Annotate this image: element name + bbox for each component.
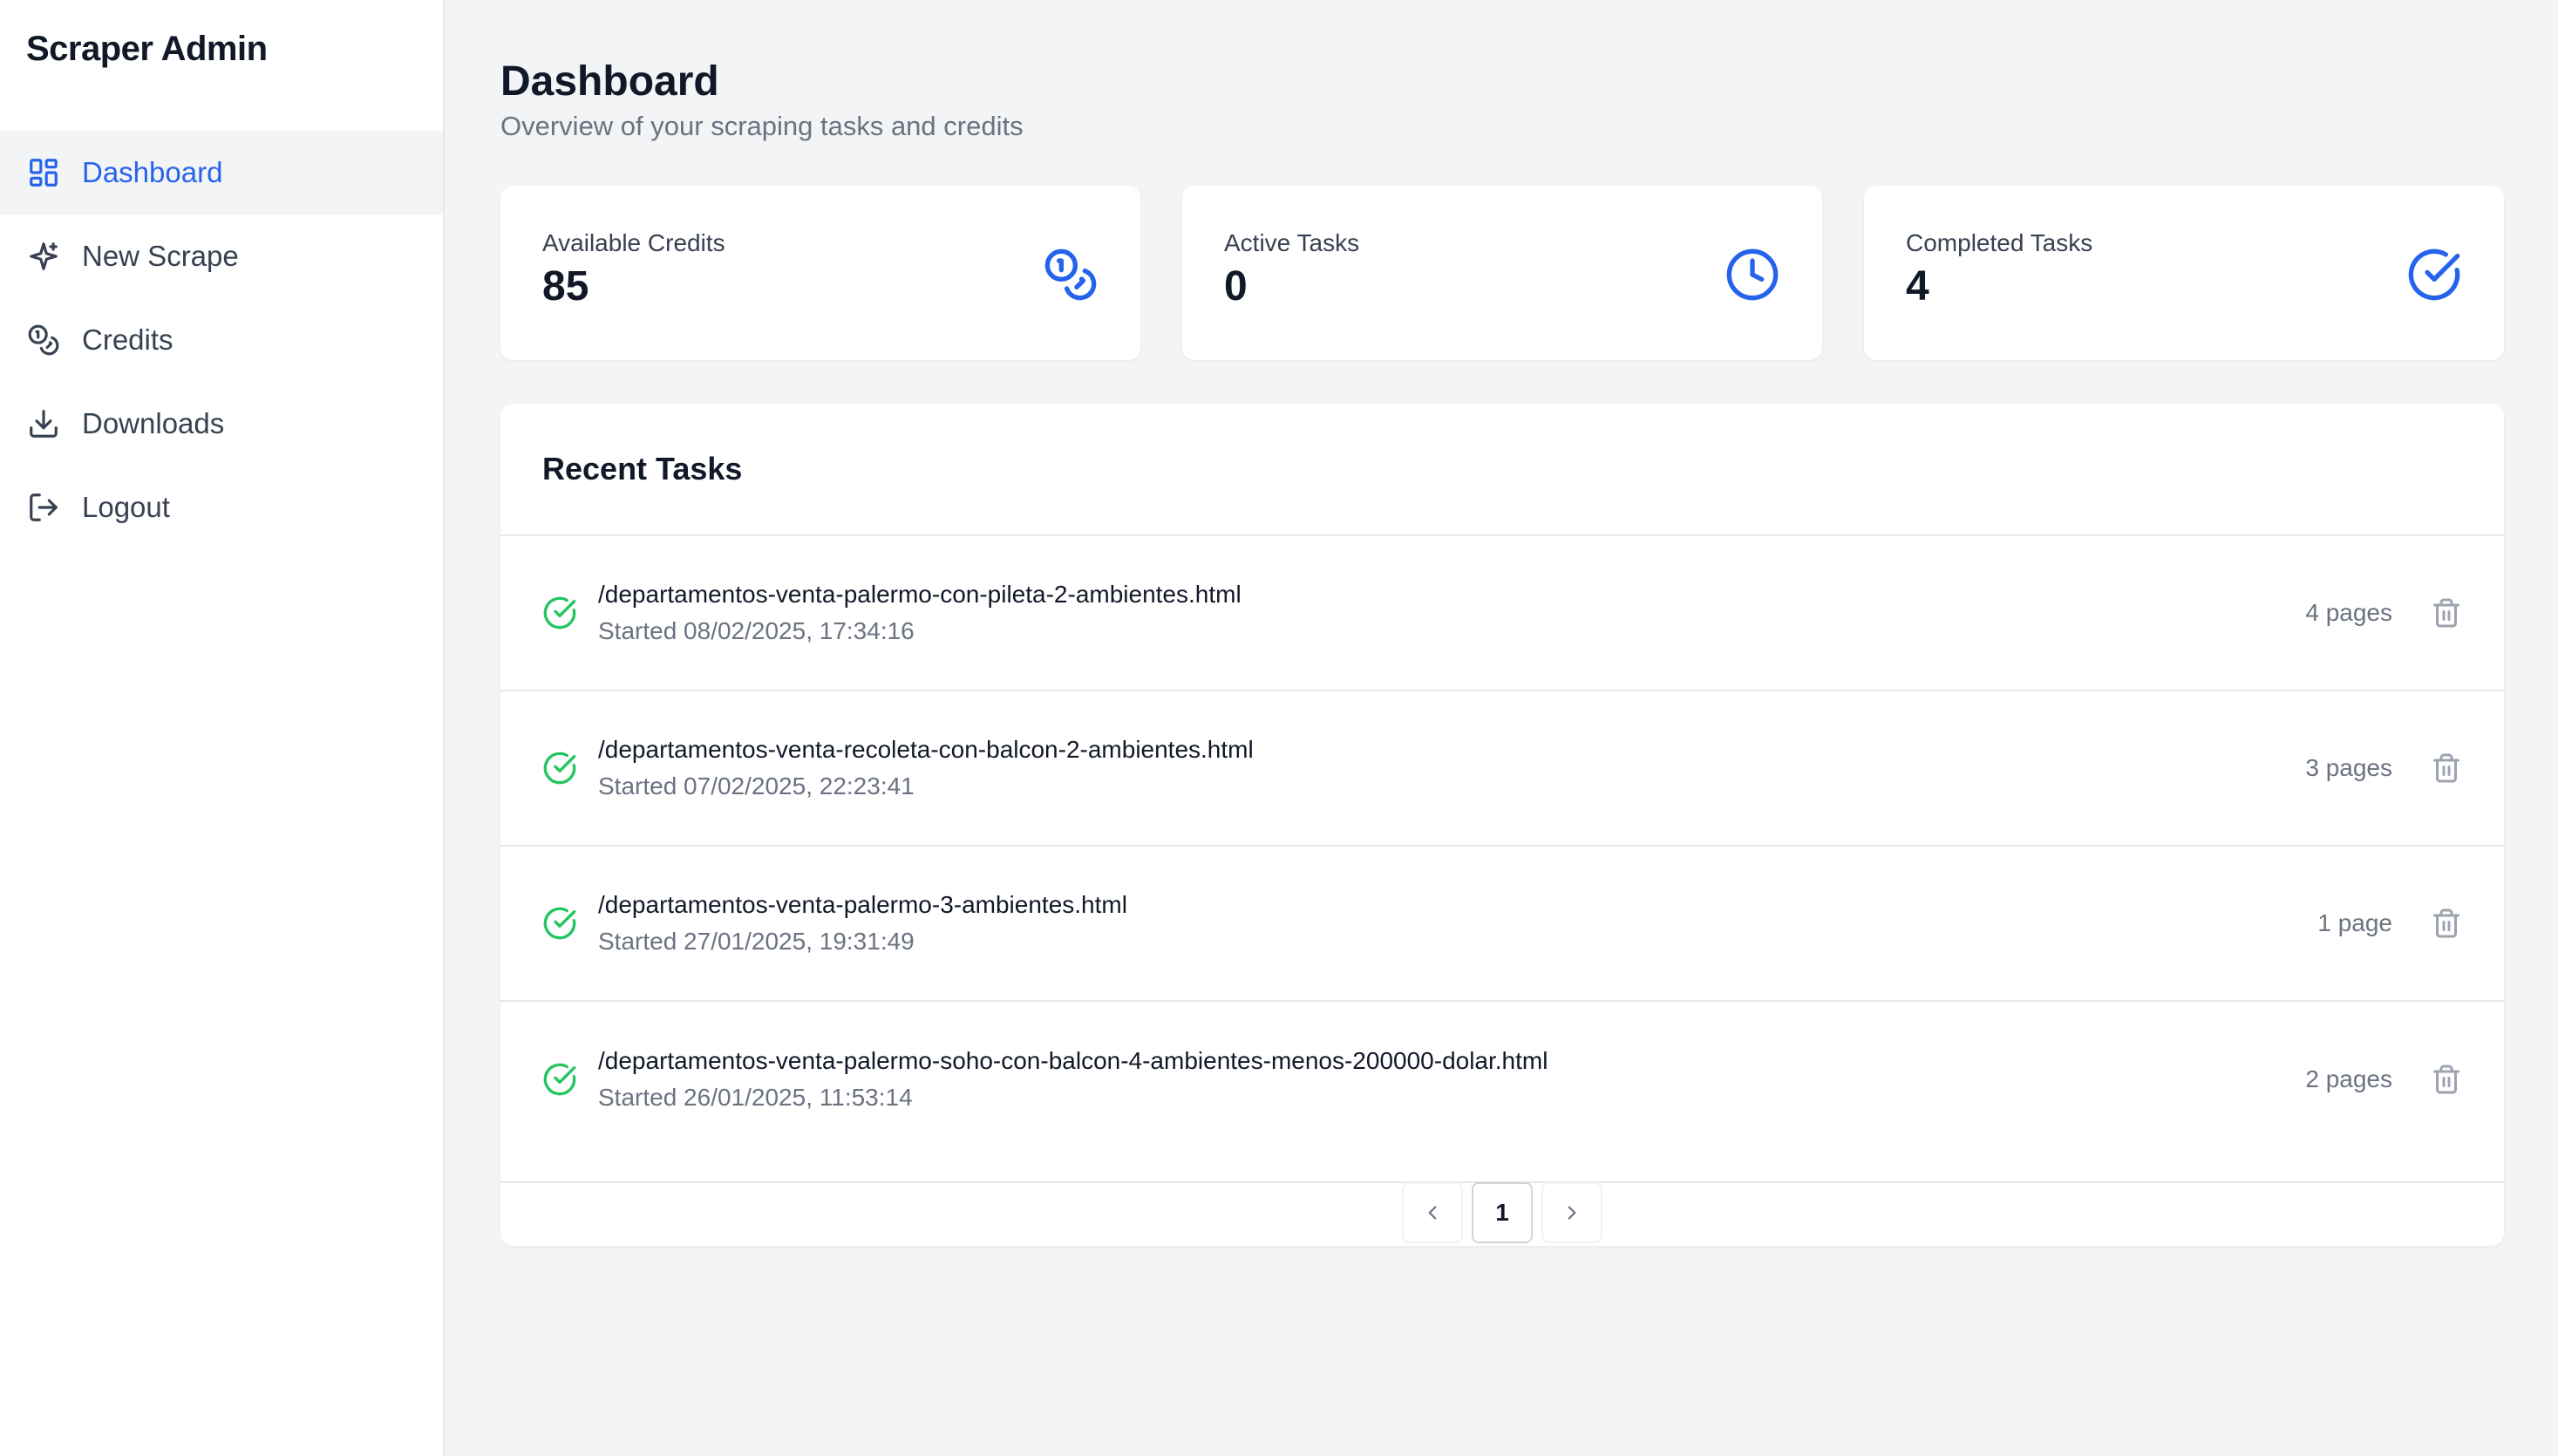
trash-icon[interactable]: [2431, 752, 2462, 784]
stat-value: 85: [542, 263, 589, 310]
sidebar-item-label: Credits: [82, 323, 173, 356]
stat-card-available-credits: Available Credits 85: [500, 186, 1140, 361]
task-started: Started 08/02/2025, 17:34:16: [598, 617, 915, 645]
recent-tasks-card: Recent Tasks /departamentos-venta-palerm…: [500, 404, 2504, 1247]
sidebar: Scraper Admin Dashboard New Scrape Credi…: [0, 0, 445, 1456]
sidebar-item-label: Dashboard: [82, 156, 223, 188]
trash-icon[interactable]: [2431, 908, 2462, 939]
coins-icon: [1043, 247, 1099, 303]
sidebar-item-label: Downloads: [82, 407, 225, 439]
stat-value: 0: [1224, 263, 1248, 310]
divider: [500, 1157, 2504, 1184]
sidebar-item-downloads[interactable]: Downloads: [0, 382, 443, 466]
check-circle-icon: [542, 906, 577, 941]
task-pages: 2 pages: [2305, 1065, 2392, 1093]
check-circle-icon: [542, 595, 577, 630]
previous-page-button[interactable]: [1402, 1182, 1463, 1244]
task-pages: 4 pages: [2305, 599, 2392, 627]
coins-icon: [26, 323, 61, 357]
check-circle-icon: [542, 751, 577, 786]
brand-title: Scraper Admin: [26, 30, 268, 68]
task-url: /departamentos-venta-palermo-3-ambientes…: [598, 891, 1127, 919]
chevron-right-icon: [1568, 1206, 1576, 1220]
task-info: /departamentos-venta-palermo-con-pileta-…: [598, 581, 2305, 645]
recent-tasks-title: Recent Tasks: [500, 404, 2504, 537]
trash-icon[interactable]: [2431, 597, 2462, 629]
task-row[interactable]: /departamentos-venta-palermo-3-ambientes…: [500, 847, 2504, 1003]
sidebar-item-label: Logout: [82, 491, 170, 523]
stat-label: Active Tasks: [1224, 229, 1360, 257]
task-started: Started 07/02/2025, 22:23:41: [598, 772, 915, 800]
check-circle-icon: [2406, 247, 2462, 303]
sidebar-item-label: New Scrape: [82, 240, 239, 272]
stat-label: Completed Tasks: [1906, 229, 2093, 257]
sidebar-item-credits[interactable]: Credits: [0, 298, 443, 382]
main-content: Dashboard Overview of your scraping task…: [445, 0, 2558, 1456]
page-title: Dashboard: [500, 58, 719, 105]
task-row[interactable]: /departamentos-venta-recoleta-con-balcon…: [500, 691, 2504, 847]
download-icon: [26, 406, 61, 441]
logout-icon: [26, 490, 61, 525]
next-page-button[interactable]: [1541, 1182, 1602, 1244]
task-row[interactable]: /departamentos-venta-palermo-con-pileta-…: [500, 536, 2504, 692]
task-info: /departamentos-venta-palermo-3-ambientes…: [598, 891, 2317, 956]
task-started: Started 27/01/2025, 19:31:49: [598, 928, 915, 956]
sparkles-icon: [26, 239, 61, 274]
task-row[interactable]: /departamentos-venta-palermo-soho-con-ba…: [500, 1002, 2504, 1157]
layout-dashboard-icon: [26, 155, 61, 190]
page-number-button[interactable]: 1: [1472, 1182, 1533, 1244]
stat-card-active-tasks: Active Tasks 0: [1182, 186, 1822, 361]
check-circle-icon: [542, 1062, 577, 1097]
task-url: /departamentos-venta-palermo-con-pileta-…: [598, 581, 1242, 609]
task-pages: 3 pages: [2305, 754, 2392, 782]
page-subtitle: Overview of your scraping tasks and cred…: [500, 111, 1024, 142]
task-url: /departamentos-venta-palermo-soho-con-ba…: [598, 1047, 1548, 1075]
stat-card-completed-tasks: Completed Tasks 4: [1864, 186, 2504, 361]
pagination: 1: [500, 1182, 2504, 1246]
clock-icon: [1725, 247, 1780, 303]
app: Scraper Admin Dashboard New Scrape Credi…: [0, 0, 2558, 1456]
task-pages: 1 page: [2317, 909, 2392, 937]
stats-row: Available Credits 85 Active Tasks 0 Comp…: [500, 186, 2504, 361]
chevron-left-icon: [1428, 1206, 1437, 1220]
stat-value: 4: [1906, 263, 1929, 310]
sidebar-item-dashboard[interactable]: Dashboard: [0, 131, 443, 214]
task-info: /departamentos-venta-recoleta-con-balcon…: [598, 736, 2305, 800]
task-info: /departamentos-venta-palermo-soho-con-ba…: [598, 1047, 2305, 1112]
task-started: Started 26/01/2025, 11:53:14: [598, 1084, 913, 1112]
task-url: /departamentos-venta-recoleta-con-balcon…: [598, 736, 1254, 764]
stat-label: Available Credits: [542, 229, 725, 257]
sidebar-item-new-scrape[interactable]: New Scrape: [0, 214, 443, 298]
sidebar-item-logout[interactable]: Logout: [0, 466, 443, 549]
trash-icon[interactable]: [2431, 1064, 2462, 1095]
